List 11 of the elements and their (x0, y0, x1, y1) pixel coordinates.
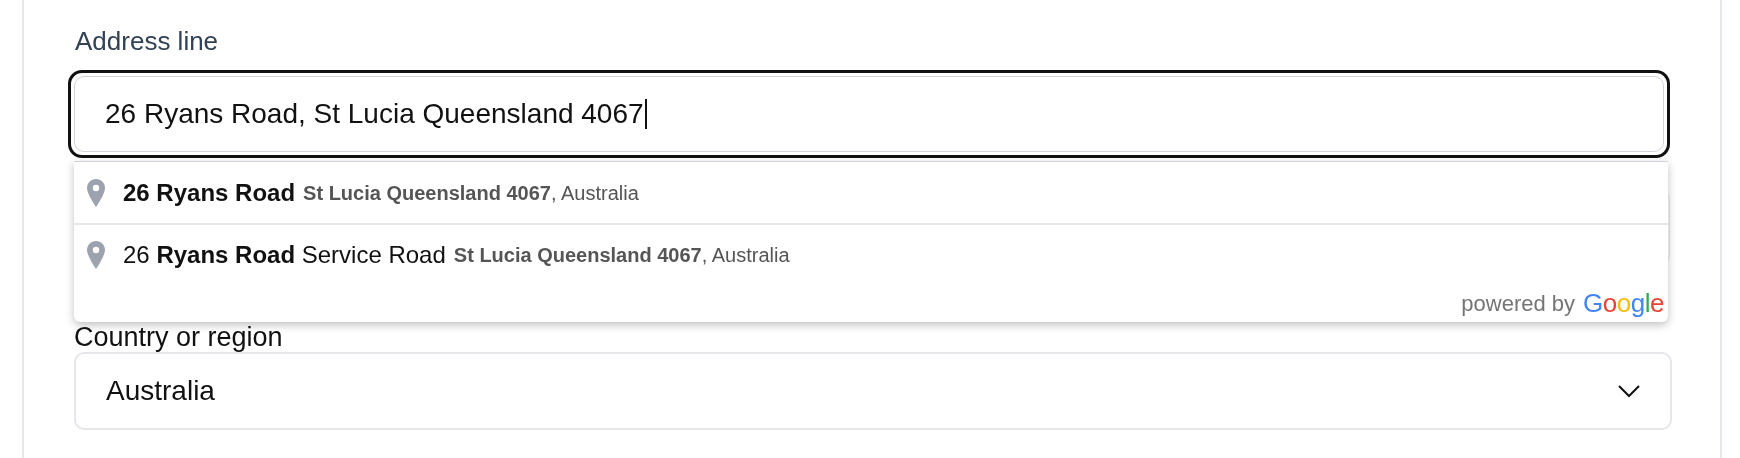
field-label: Country or region (74, 322, 284, 352)
location-pin-icon (87, 240, 105, 269)
suggestion-item[interactable]: 26 Ryans Road St Lucia Queensland 4067, Australia (74, 162, 1668, 223)
field-label: Address line (75, 25, 220, 58)
address-input-field[interactable]: 26 Ryans Road, St Lucia Queensland 4067 (68, 70, 1670, 158)
brand-logo: Google (1583, 288, 1664, 318)
location-pin-icon (87, 178, 105, 207)
attribution-text: powered by (1461, 289, 1576, 318)
suggestion-item[interactable]: 26 Ryans Road Service Road St Lucia Queensland 4067, Australia (74, 223, 1668, 284)
chevron-down-icon (1618, 384, 1640, 398)
country-select[interactable]: Australia (74, 352, 1672, 430)
